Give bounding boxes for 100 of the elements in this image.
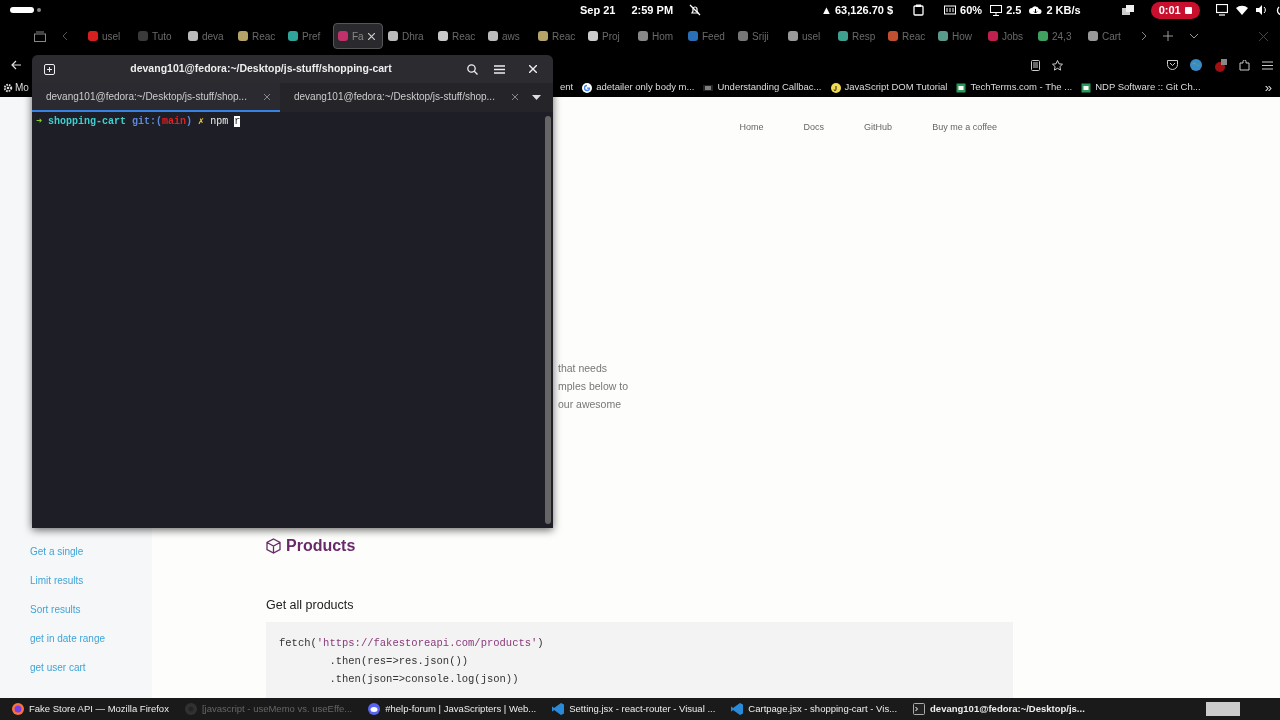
stop-icon <box>1184 6 1192 14</box>
browser-tab[interactable]: Hom <box>633 23 683 49</box>
bookmark-link[interactable]: adetailer only body m... <box>582 80 695 95</box>
browser-tab[interactable]: Cart <box>1083 23 1133 49</box>
tab-list-icon[interactable] <box>1189 33 1199 39</box>
browser-tab[interactable]: Reac <box>233 23 283 49</box>
display-icon[interactable] <box>1215 4 1228 16</box>
firefox-icon <box>12 703 24 715</box>
taskbar-item[interactable]: Fake Store API — Mozilla Firefox <box>4 698 177 720</box>
browser-tab[interactable]: Reac <box>883 23 933 49</box>
extension-badge-icon[interactable] <box>1214 58 1227 72</box>
browser-tab[interactable]: 24,3 <box>1033 23 1083 49</box>
tray-thumbnail <box>1206 702 1240 716</box>
sidebar-link[interactable]: Limit results <box>30 572 152 589</box>
browser-tab[interactable]: Proj <box>583 23 633 49</box>
browser-tab[interactable]: Dhra <box>383 23 433 49</box>
intro-text: our awesome <box>558 396 623 412</box>
menu-icon <box>494 64 505 74</box>
recording-button[interactable]: 0:01 <box>1150 1 1200 19</box>
back-icon[interactable] <box>11 60 21 70</box>
wifi-icon[interactable] <box>1235 5 1248 15</box>
browser-tab[interactable]: Sriji <box>733 23 783 49</box>
price-text: ▲ 63,126.70 $ <box>821 2 894 18</box>
puzzle-icon[interactable] <box>1239 59 1250 71</box>
clipboard-icon[interactable] <box>913 4 925 16</box>
sidebar-link[interactable]: Get a single <box>30 543 152 560</box>
nav-link[interactable]: Home <box>739 121 764 135</box>
browser-tab[interactable]: usel <box>83 23 133 49</box>
browser-tab[interactable]: deva <box>183 23 233 49</box>
google-icon <box>582 82 593 93</box>
pocket-icon[interactable] <box>1167 60 1178 70</box>
sidebar-link[interactable]: Sort results <box>30 601 152 618</box>
time-text: 2:59 PM <box>631 2 674 18</box>
workspace-indicator-icon[interactable] <box>10 6 42 14</box>
more-bookmarks-button[interactable]: » <box>1264 77 1272 98</box>
site-icon <box>956 82 967 93</box>
browser-tab[interactable]: Jobs <box>983 23 1033 49</box>
sidebar-link[interactable]: get user cart <box>30 659 152 676</box>
section-heading: Products <box>286 535 356 556</box>
nav-link[interactable]: GitHub <box>864 121 893 135</box>
taskbar-item[interactable]: Cartpage.jsx - shopping-cart - Vis... <box>723 698 906 720</box>
terminal-prompt: ➜ shopping-cart git:(main) ✗ npm r <box>36 115 242 129</box>
bookmark-star-icon[interactable] <box>1052 59 1063 71</box>
monitor-icon <box>990 4 1003 16</box>
browser-tab[interactable]: Reac <box>433 23 483 49</box>
terminal-tab[interactable]: devang101@fedora:~/Desktop/js-stuff/shop... <box>32 83 280 112</box>
plus-box-icon <box>44 63 55 75</box>
browser-tab[interactable]: aws <box>483 23 533 49</box>
browser-tab[interactable]: Reac <box>533 23 583 49</box>
bookmark-link[interactable]: JavaScript DOM Tutorial <box>830 80 948 95</box>
cube-icon <box>266 537 281 554</box>
scroll-right-icon[interactable] <box>1141 31 1147 41</box>
taskbar-item[interactable]: [javascript - useMemo vs. useEffe... <box>176 698 361 720</box>
volume-icon[interactable] <box>1255 5 1268 15</box>
code-editor-icon <box>731 703 744 715</box>
browser-tab[interactable]: Resp <box>833 23 883 49</box>
nav-link[interactable]: Docs <box>803 121 825 135</box>
code-line: .then(res=>res.json()) <box>328 654 470 670</box>
terminal-tab[interactable]: devang101@fedora:~/Desktop/js-stuff/shop... <box>280 83 528 112</box>
windows-icon[interactable] <box>1120 4 1135 16</box>
taskbar-item[interactable]: devang101@fedora:~/Desktop/js... <box>905 698 1093 720</box>
bookmark-link[interactable]: TechTerms.com - The ... <box>956 80 1073 95</box>
menu-icon[interactable] <box>1262 60 1273 70</box>
browser-tab[interactable]: Tuto <box>133 23 183 49</box>
bookmark-link[interactable]: Mo <box>3 80 29 95</box>
caret-icon <box>532 95 541 100</box>
browser-tab[interactable]: Feed <box>683 23 733 49</box>
intro-text: that needs <box>558 360 609 376</box>
tab-overview-icon[interactable] <box>34 30 46 42</box>
terminal-icon <box>913 703 926 715</box>
bookmark-link[interactable]: NDP Software :: Git Ch... <box>1081 80 1201 95</box>
close-icon[interactable] <box>264 93 270 100</box>
code-line: .then(json=>console.log(json)) <box>328 672 520 688</box>
network-text: 2 KB/s <box>1046 2 1081 18</box>
subheading: Get all products <box>266 596 355 614</box>
nav-link[interactable]: Buy me a coffee <box>932 121 997 135</box>
cloud-download-icon <box>1029 5 1043 15</box>
browser-tab[interactable]: Pref <box>283 23 333 49</box>
globe-icon[interactable] <box>1190 59 1202 71</box>
taskbar-item[interactable]: #help-forum | JavaScripters | Web... <box>360 698 545 720</box>
close-icon[interactable] <box>512 93 518 100</box>
intro-text: mples below to <box>558 378 630 394</box>
gear-icon <box>3 82 13 93</box>
scroll-left-icon[interactable] <box>62 31 68 41</box>
code-line: fetch('https://fakestoreapi.com/products') <box>279 636 545 652</box>
scrollbar[interactable] <box>545 116 551 524</box>
reader-view-icon[interactable] <box>1031 59 1040 71</box>
sidebar-link[interactable]: get in date range <box>30 630 152 647</box>
close-icon <box>529 65 537 73</box>
load-text: 2.5 <box>1006 2 1022 18</box>
bookmark-link[interactable]: ent <box>560 80 574 95</box>
bell-muted-icon[interactable] <box>689 4 702 16</box>
browser-tab[interactable]: How <box>933 23 983 49</box>
browser-tab[interactable]: usel <box>783 23 833 49</box>
browser-tab[interactable]: Fa <box>333 23 383 49</box>
new-tab-icon[interactable] <box>1163 31 1173 41</box>
js-icon <box>830 82 841 93</box>
bookmark-link[interactable]: Understanding Callbac... <box>703 80 822 95</box>
taskbar-item[interactable]: Setting.jsx - react-router - Visual ... <box>544 698 724 720</box>
code-editor-icon <box>552 703 565 715</box>
